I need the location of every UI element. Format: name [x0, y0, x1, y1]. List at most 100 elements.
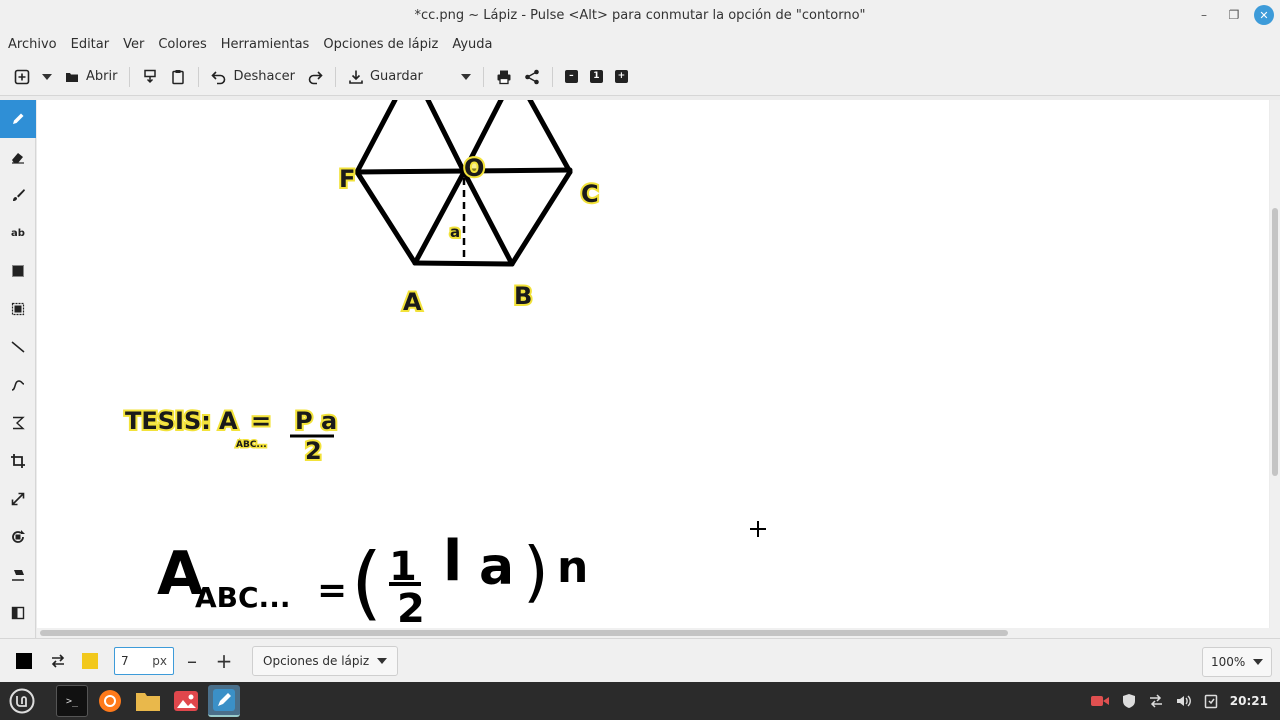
center-label-o: O [464, 154, 484, 182]
zoom-one-icon: 1 [589, 70, 603, 83]
chevron-down-icon [460, 73, 471, 80]
network-icon[interactable] [1148, 694, 1164, 708]
formula-apothem: a [479, 537, 514, 597]
tools-panel: ab [0, 100, 36, 638]
mint-logo-icon [9, 688, 35, 714]
copy-button[interactable] [136, 63, 164, 91]
open-button[interactable]: Abrir [58, 63, 123, 91]
menu-opciones-lapiz[interactable]: Opciones de lápiz [323, 37, 438, 52]
zoom-in-button[interactable]: + [609, 63, 634, 91]
open-label: Abrir [86, 69, 118, 84]
tool-options-dropdown[interactable]: Opciones de lápiz [252, 645, 399, 676]
terminal-launcher[interactable]: >_ [56, 685, 88, 717]
menu-ver[interactable]: Ver [123, 37, 144, 52]
thesis-subscript: ABC... [236, 440, 267, 450]
undo-icon [211, 70, 226, 84]
menu-launcher[interactable] [6, 685, 38, 717]
new-dropdown-button[interactable] [36, 63, 58, 91]
plus-icon: + [614, 70, 628, 83]
vertical-scroll-thumb[interactable] [1272, 208, 1278, 476]
crop-tool[interactable] [0, 442, 36, 480]
secondary-color-swatch[interactable] [82, 652, 98, 669]
menu-herramientas[interactable]: Herramientas [221, 37, 310, 52]
print-button[interactable] [490, 63, 518, 91]
terminal-icon: >_ [65, 695, 79, 707]
brush-tool[interactable] [0, 176, 36, 214]
tool-size-field[interactable]: 7 px [114, 646, 174, 675]
image-viewer-launcher[interactable] [170, 685, 202, 717]
new-button[interactable] [8, 63, 36, 91]
zoom-dropdown[interactable]: 100% [1202, 647, 1272, 677]
menu-colores[interactable]: Colores [158, 37, 206, 52]
maximize-button[interactable]: ❐ [1224, 5, 1244, 25]
curve-tool[interactable] [0, 366, 36, 404]
drawing-canvas[interactable]: F O C a A B TESIS: A = ABC... P a 2 A AB… [37, 100, 1269, 628]
undo-button[interactable]: Deshacer [205, 63, 300, 91]
paste-button[interactable] [164, 63, 192, 91]
files-launcher[interactable] [132, 685, 164, 717]
vertical-scrollbar[interactable] [1270, 100, 1280, 638]
drawing-launcher[interactable] [208, 685, 240, 717]
curve-icon [11, 380, 25, 391]
skew-icon [12, 570, 24, 581]
save-dropdown-button[interactable] [455, 63, 477, 91]
swap-colors-icon[interactable] [50, 653, 66, 669]
tool-size-value[interactable]: 7 [121, 654, 129, 668]
minimize-button[interactable]: – [1194, 5, 1214, 25]
menu-archivo[interactable]: Archivo [8, 37, 57, 52]
free-select-tool[interactable] [0, 290, 36, 328]
menu-ayuda[interactable]: Ayuda [452, 37, 492, 52]
formula-close-paren: ) [523, 533, 549, 610]
pencil-tool[interactable] [0, 100, 36, 138]
primary-color-swatch[interactable] [16, 652, 32, 669]
bottom-bar: 7 px – + Opciones de lápiz 100% [0, 638, 1280, 682]
separator [334, 66, 336, 87]
eraser-icon [12, 153, 24, 164]
shape-icon [13, 416, 25, 430]
thesis-prefix: TESIS: [125, 407, 211, 435]
clock[interactable]: 20:21 [1230, 694, 1268, 708]
rotate-tool[interactable] [0, 518, 36, 556]
chevron-down-icon [42, 73, 52, 80]
zoom-out-button[interactable]: – [559, 63, 584, 91]
horizontal-scrollbar[interactable] [37, 628, 1270, 638]
clipboard-icon[interactable] [1204, 693, 1218, 709]
free-select-icon [11, 302, 25, 316]
save-button[interactable]: Guardar [342, 63, 429, 91]
vertex-label-c: C [581, 180, 599, 208]
rectangle-select-tool[interactable] [0, 252, 36, 290]
horizontal-scroll-thumb[interactable] [40, 630, 1008, 636]
redo-icon [308, 70, 323, 84]
eraser-tool[interactable] [0, 138, 36, 176]
line-tool[interactable] [0, 328, 36, 366]
formula-open-paren: ( [351, 536, 382, 628]
thesis-area: A [219, 407, 238, 435]
crop-icon [11, 454, 25, 468]
skew-tool[interactable] [0, 556, 36, 594]
firefox-launcher[interactable] [94, 685, 126, 717]
system-tray: 20:21 [1090, 682, 1268, 720]
size-decrease-button[interactable]: – [178, 647, 206, 675]
shield-icon[interactable] [1122, 693, 1136, 709]
size-increase-button[interactable]: + [210, 647, 238, 675]
share-button[interactable] [518, 63, 546, 91]
zoom-one-button[interactable]: 1 [584, 63, 609, 91]
scale-tool[interactable] [0, 480, 36, 518]
close-button[interactable]: ✕ [1254, 5, 1274, 25]
volume-icon[interactable] [1176, 694, 1192, 708]
filters-tool[interactable] [0, 594, 36, 632]
separator [482, 66, 484, 87]
text-tool[interactable]: ab [0, 214, 36, 252]
tool-options-label: Opciones de lápiz [263, 653, 370, 668]
title-bar: *cc.png ~ Lápiz - Pulse <Alt> para conmu… [0, 0, 1280, 30]
system-taskbar: >_ 20:21 [0, 682, 1280, 720]
menu-editar[interactable]: Editar [71, 37, 110, 52]
redo-button[interactable] [301, 63, 329, 91]
paste-icon [172, 69, 185, 84]
save-label: Guardar [369, 69, 423, 84]
shape-tool[interactable] [0, 404, 36, 442]
formula-n: n [557, 542, 588, 593]
separator [129, 66, 131, 87]
text-icon: ab [11, 227, 25, 239]
recording-icon[interactable] [1090, 694, 1110, 708]
